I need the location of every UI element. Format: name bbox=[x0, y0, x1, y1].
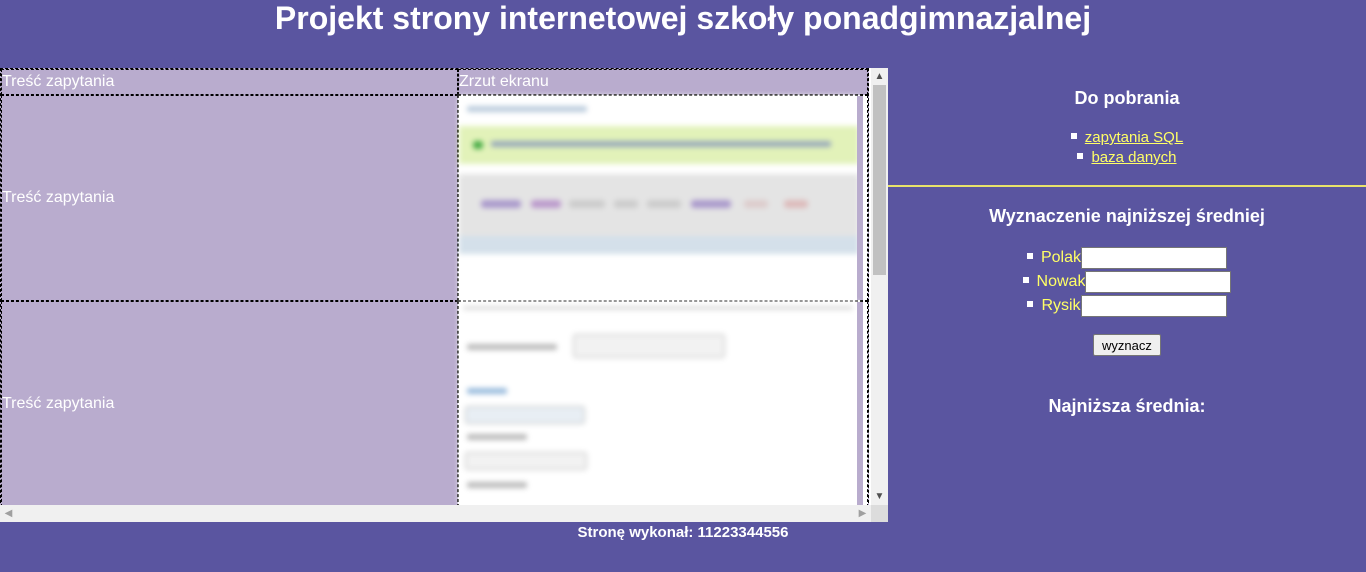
scroll-right-icon[interactable]: ▶ bbox=[854, 505, 871, 522]
result-label: Najniższa średnia: bbox=[1048, 396, 1206, 416]
screenshot-image bbox=[459, 302, 863, 505]
column-header-screenshot: Zrzut ekranu bbox=[458, 69, 868, 95]
scroll-down-icon[interactable]: ▼ bbox=[871, 488, 888, 505]
screenshot-cell bbox=[458, 95, 868, 301]
screenshot-cell bbox=[458, 301, 868, 505]
scrollbar-corner bbox=[871, 505, 888, 522]
queries-table: Treść zapytania Zrzut ekranu Treść zapyt… bbox=[0, 68, 869, 505]
query-text-cell: Treść zapytania bbox=[1, 301, 458, 505]
column-header-query: Treść zapytania bbox=[1, 69, 458, 95]
queries-table-viewport: Treść zapytania Zrzut ekranu Treść zapyt… bbox=[0, 68, 871, 505]
scroll-up-icon[interactable]: ▲ bbox=[871, 68, 888, 85]
bullet-icon bbox=[1070, 133, 1077, 140]
sql-queries-link[interactable]: zapytania SQL bbox=[1085, 129, 1183, 146]
bullet-icon bbox=[1022, 276, 1029, 283]
rysik-input[interactable] bbox=[1080, 294, 1227, 317]
bullet-icon bbox=[1027, 300, 1034, 307]
nowak-input[interactable] bbox=[1085, 270, 1232, 293]
page: Projekt strony internetowej szkoły ponad… bbox=[0, 0, 1366, 572]
downloads-title: Do pobrania bbox=[1074, 88, 1180, 108]
horizontal-scrollbar[interactable]: ◀ ▶ bbox=[0, 505, 871, 522]
page-title: Projekt strony internetowej szkoły ponad… bbox=[274, 0, 1092, 36]
database-link[interactable]: baza danych bbox=[1091, 149, 1176, 166]
queries-panel: Treść zapytania Zrzut ekranu Treść zapyt… bbox=[0, 68, 888, 522]
downloads-list: zapytania SQL baza danych bbox=[888, 128, 1366, 168]
list-item: zapytania SQL bbox=[888, 128, 1366, 148]
polak-input[interactable] bbox=[1081, 246, 1228, 269]
list-item: baza danych bbox=[888, 148, 1366, 168]
list-item: Polak bbox=[888, 246, 1366, 270]
section-divider bbox=[888, 185, 1366, 187]
scroll-left-icon[interactable]: ◀ bbox=[0, 505, 17, 522]
field-label-rysik: Rysik bbox=[1041, 297, 1081, 314]
query-text-cell: Treść zapytania bbox=[1, 95, 458, 301]
vertical-scroll-thumb[interactable] bbox=[873, 85, 886, 275]
footer-author: Stronę wykonał: 11223344556 bbox=[577, 524, 789, 541]
field-label-nowak: Nowak bbox=[1036, 273, 1086, 290]
calculator-title: Wyznaczenie najniższej średniej bbox=[989, 206, 1265, 226]
field-label-polak: Polak bbox=[1040, 249, 1082, 266]
table-row: Treść zapytania bbox=[1, 301, 868, 505]
bullet-icon bbox=[1077, 153, 1084, 160]
screenshot-image bbox=[459, 96, 863, 300]
list-item: Rysik bbox=[888, 294, 1366, 318]
list-item: Nowak bbox=[888, 270, 1366, 294]
sidebar: Do pobrania zapytania SQL baza danych Wy… bbox=[888, 68, 1366, 522]
calculate-button[interactable]: wyznacz bbox=[1093, 334, 1161, 356]
table-header-row: Treść zapytania Zrzut ekranu bbox=[1, 69, 868, 95]
calculator-fields: Polak Nowak Rysik bbox=[888, 246, 1366, 318]
vertical-scrollbar[interactable]: ▲ ▼ bbox=[871, 68, 888, 505]
bullet-icon bbox=[1026, 252, 1033, 259]
table-row: Treść zapytania bbox=[1, 95, 868, 301]
